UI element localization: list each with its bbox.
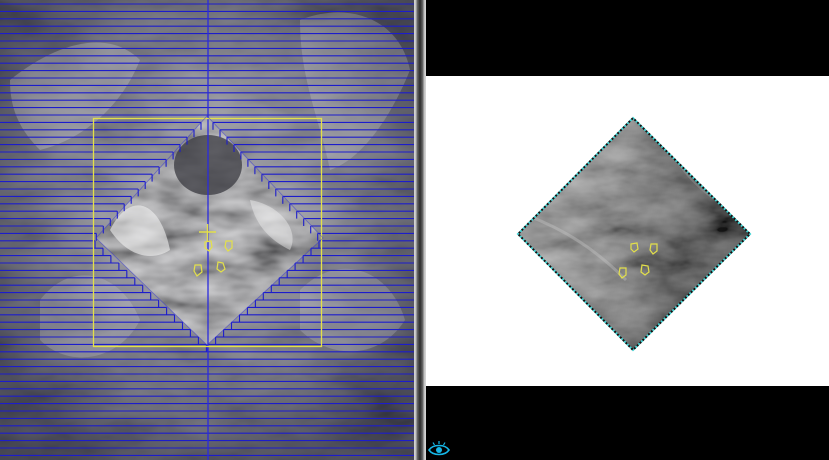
beams-eye-view-pane[interactable] bbox=[0, 0, 414, 460]
eye-icon[interactable] bbox=[428, 440, 450, 458]
portal-bottom-band bbox=[426, 386, 829, 460]
portal-image-canvas[interactable] bbox=[426, 0, 829, 460]
portal-top-band bbox=[426, 0, 829, 76]
pane-splitter[interactable] bbox=[414, 0, 426, 460]
portal-image-pane[interactable] bbox=[426, 0, 829, 460]
beams-eye-view-canvas[interactable] bbox=[0, 0, 414, 460]
